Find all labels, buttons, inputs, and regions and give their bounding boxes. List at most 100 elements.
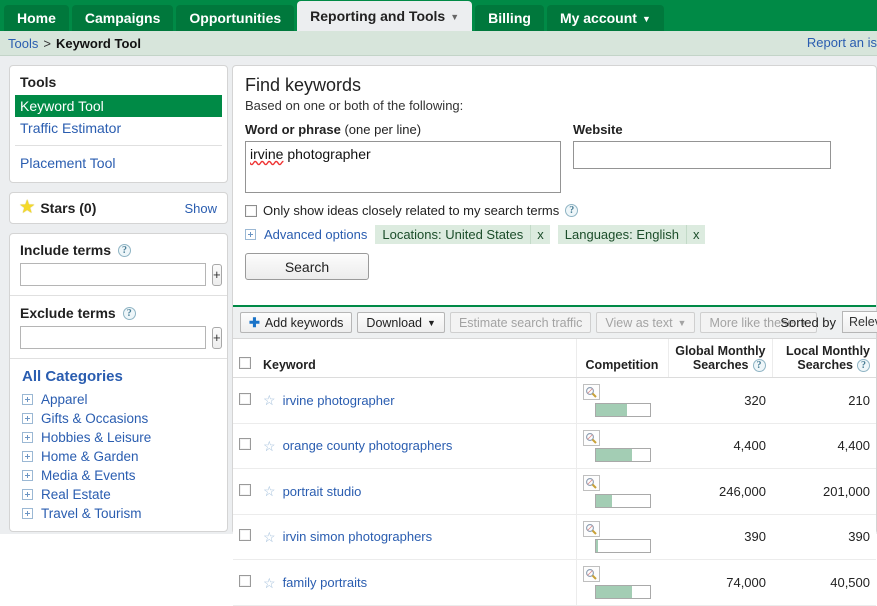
table-row: ☆ orange county photographers 4,400 4,40…	[233, 423, 876, 470]
expand-plus-icon[interactable]	[22, 413, 33, 424]
category-item-hobbies-leisure[interactable]: Hobbies & Leisure	[20, 428, 217, 447]
row-select-cell	[233, 514, 257, 561]
star-outline-icon[interactable]: ☆	[263, 530, 276, 544]
breadcrumb-tools-link[interactable]: Tools	[8, 36, 38, 51]
expand-plus-icon[interactable]	[22, 508, 33, 519]
category-item-apparel[interactable]: Apparel	[20, 390, 217, 409]
category-item-home-garden[interactable]: Home & Garden	[20, 447, 217, 466]
row-keyword-cell: ☆ portrait studio	[257, 468, 576, 515]
help-icon[interactable]: ?	[857, 358, 870, 372]
search-icon[interactable]	[582, 475, 600, 492]
advanced-options-link[interactable]: Advanced options	[264, 227, 367, 242]
search-icon[interactable]	[582, 384, 600, 400]
category-item-media-events-label: Media & Events	[41, 468, 136, 483]
category-item-real-estate[interactable]: Real Estate	[20, 485, 217, 504]
keyword-results-table: Keyword Competition Global Monthly Searc…	[233, 339, 876, 606]
competition-bar-fill	[595, 540, 599, 553]
star-outline-icon[interactable]: ☆	[263, 439, 276, 453]
keyword-link[interactable]: irvine photographer	[283, 393, 395, 408]
row-checkbox[interactable]	[239, 438, 251, 451]
table-row: ☆ family portraits 74,000 40,500	[233, 559, 876, 606]
nav-tab-opportunities[interactable]: Opportunities	[176, 5, 295, 31]
nav-tab-campaigns[interactable]: Campaigns	[71, 5, 174, 31]
column-header-local-monthly-searches[interactable]: Local Monthly Searches ?	[771, 339, 876, 378]
word-or-phrase-textarea[interactable]: irvine photographer	[245, 141, 561, 193]
include-terms-input[interactable]	[20, 263, 206, 286]
exclude-terms-input[interactable]	[20, 326, 206, 349]
column-header-global-monthly-searches[interactable]: Global Monthly Searches ?	[667, 339, 772, 378]
competition-bar	[594, 402, 651, 417]
search-fields: Word or phrase (one per line) irvine pho…	[245, 122, 864, 193]
expand-plus-icon[interactable]	[22, 394, 33, 405]
categories-divider	[10, 358, 227, 359]
row-checkbox[interactable]	[239, 483, 251, 496]
table-header: Keyword Competition Global Monthly Searc…	[233, 339, 876, 378]
row-select-cell	[233, 423, 257, 470]
star-outline-icon[interactable]: ☆	[263, 393, 276, 407]
help-icon[interactable]: ?	[118, 243, 132, 257]
search-button[interactable]: Search	[245, 253, 369, 280]
close-icon[interactable]: x	[685, 225, 706, 244]
keyword-link[interactable]: irvin simon photographers	[283, 529, 433, 544]
row-checkbox[interactable]	[239, 529, 251, 542]
close-icon[interactable]: x	[530, 225, 550, 244]
nav-tab-billing[interactable]: Billing	[475, 5, 544, 31]
expand-plus-icon[interactable]	[245, 229, 256, 240]
competition-bar-fill	[595, 494, 612, 507]
website-label: Website	[573, 122, 623, 137]
sidebar-item-keyword-tool-label: Keyword Tool	[20, 98, 104, 114]
nav-tab-reporting-and-tools[interactable]: Reporting and Tools ▼	[297, 1, 473, 31]
category-item-media-events[interactable]: Media & Events	[20, 466, 217, 485]
only-show-related-row: Only show ideas closely related to my se…	[245, 203, 864, 218]
panel-subtitle: Based on one or both of the following:	[245, 98, 464, 113]
star-outline-icon[interactable]: ☆	[263, 576, 276, 590]
nav-tab-reporting-and-tools-label: Reporting and Tools	[310, 8, 446, 24]
only-show-related-checkbox[interactable]	[245, 204, 257, 217]
expand-plus-icon[interactable]	[22, 451, 33, 462]
search-icon[interactable]	[582, 520, 600, 537]
search-icon[interactable]	[582, 429, 600, 446]
chevron-down-icon: ▼	[641, 14, 651, 25]
help-icon[interactable]: ?	[565, 204, 579, 217]
download-button[interactable]: Download ▼	[357, 312, 445, 333]
keyword-link[interactable]: family portraits	[283, 575, 368, 590]
help-icon[interactable]: ?	[752, 358, 766, 372]
expand-plus-icon[interactable]	[22, 432, 33, 443]
row-checkbox[interactable]	[239, 392, 251, 405]
sidebar-item-placement-tool[interactable]: Placement Tool	[15, 152, 222, 174]
website-input[interactable]	[573, 141, 831, 169]
add-keywords-button[interactable]: ✚ Add keywords	[240, 312, 353, 333]
report-an-issue-link[interactable]: Report an is	[807, 35, 877, 50]
all-categories-link[interactable]: All Categories	[22, 368, 217, 385]
search-icon[interactable]	[582, 566, 600, 583]
row-competition-cell	[575, 559, 668, 606]
category-item-gifts-occasions[interactable]: Gifts & Occasions	[20, 409, 217, 428]
column-header-keyword[interactable]: Keyword	[257, 339, 576, 378]
category-item-travel-tourism[interactable]: Travel & Tourism	[20, 504, 217, 523]
row-checkbox[interactable]	[239, 575, 251, 588]
keyword-link[interactable]: orange county photographers	[283, 438, 453, 453]
help-icon[interactable]: ?	[122, 306, 136, 320]
word-or-phrase-label-note: (one per line)	[344, 122, 422, 137]
stars-show-link[interactable]: Show	[184, 201, 217, 216]
nav-tab-billing-label: Billing	[488, 10, 531, 26]
star-outline-icon[interactable]: ☆	[263, 484, 276, 498]
sidebar-item-traffic-estimator[interactable]: Traffic Estimator	[15, 117, 222, 139]
website-field-group: Website	[573, 122, 831, 193]
nav-tab-home[interactable]: Home	[4, 5, 69, 31]
view-as-text-button[interactable]: View as text ▼	[596, 312, 696, 333]
sidebar-item-keyword-tool[interactable]: Keyword Tool	[15, 95, 222, 117]
estimate-search-traffic-button[interactable]: Estimate search traffic	[449, 312, 592, 333]
select-all-checkbox[interactable]	[239, 357, 251, 369]
include-terms-add-button[interactable]: +	[212, 263, 222, 286]
expand-plus-icon[interactable]	[22, 489, 33, 500]
nav-tab-my-account[interactable]: My account ▼	[546, 5, 664, 31]
word-or-phrase-field-group: Word or phrase (one per line) irvine pho…	[245, 122, 561, 193]
column-header-competition[interactable]: Competition	[575, 339, 668, 378]
keyword-link[interactable]: portrait studio	[283, 484, 362, 499]
expand-plus-icon[interactable]	[22, 470, 33, 481]
sorted-by-select[interactable]: Relev	[842, 311, 877, 333]
results-toolbar: ✚ Add keywords Download ▼ Estimate searc…	[233, 307, 877, 339]
exclude-terms-add-button[interactable]: +	[212, 326, 222, 349]
page-title: Find keywords	[245, 75, 362, 95]
